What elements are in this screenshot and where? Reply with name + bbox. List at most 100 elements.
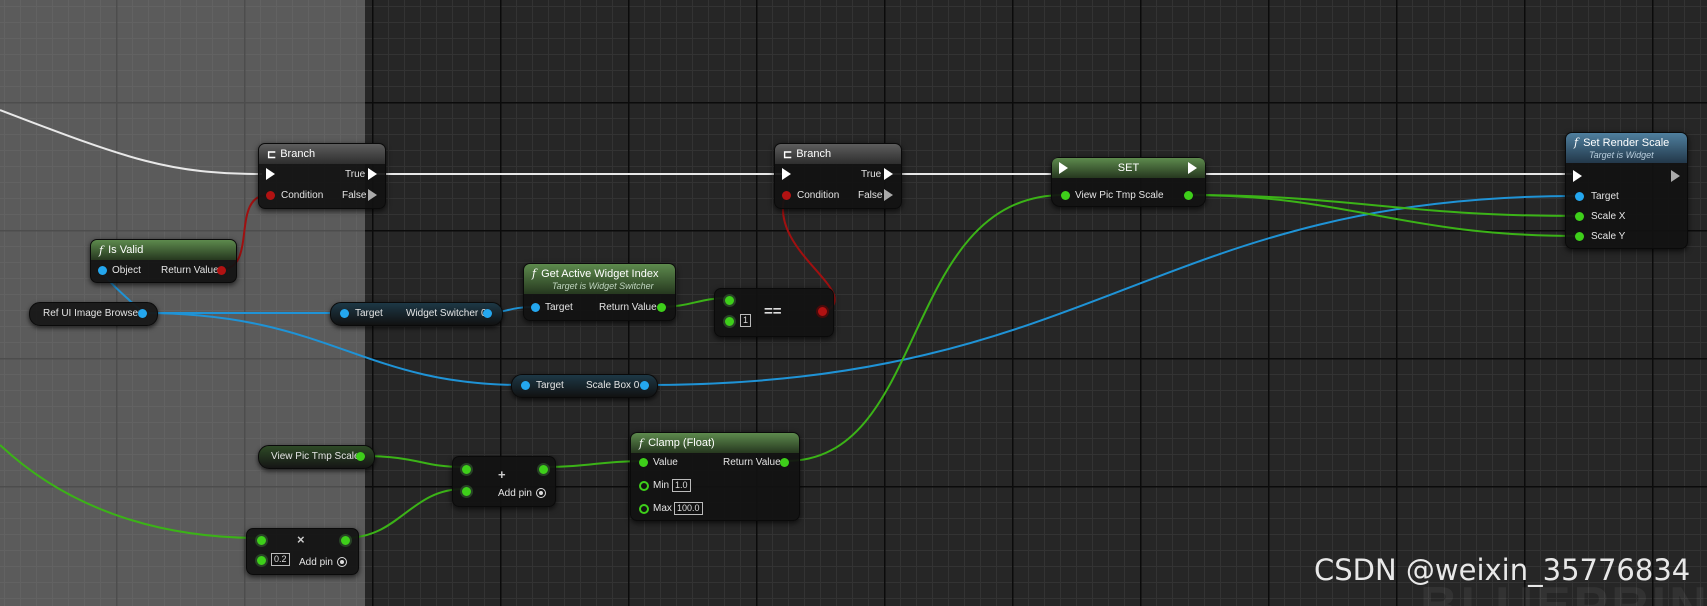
max-value-box[interactable]: 100.0 — [674, 502, 703, 515]
blueprint-graph-canvas[interactable]: ⊏ Branch True Condition False ⊏ Branch Tru… — [0, 0, 1707, 606]
return-value-pin[interactable] — [217, 266, 226, 275]
float-wire-var-add — [360, 455, 465, 468]
b-input-pin[interactable] — [723, 315, 736, 328]
target-label: Target — [355, 308, 383, 319]
target-label: Target — [545, 302, 573, 313]
ref-ui-image-browser-var[interactable]: Ref UI Image Browser — [29, 302, 158, 326]
clamp-float-node[interactable]: f Clamp (Float) Value Return Value Min 1.… — [630, 432, 800, 521]
return-label: Return Value — [161, 265, 219, 276]
set-render-scale-header: f Set Render Scale Target is Widget — [1566, 133, 1687, 163]
a-input-pin[interactable] — [723, 294, 736, 307]
function-icon: f — [639, 436, 644, 450]
set-render-scale-node[interactable]: f Set Render Scale Target is Widget Targe… — [1565, 132, 1688, 249]
exec-in-pin[interactable] — [782, 168, 791, 180]
object-label: Object — [112, 265, 141, 276]
exec-wire-in — [0, 109, 263, 175]
var-output-pin[interactable] — [356, 452, 365, 461]
branch-title: Branch — [280, 148, 316, 160]
return-label: Return Value — [723, 457, 781, 468]
exec-true-pin[interactable] — [884, 168, 893, 180]
branch-node-1[interactable]: ⊏ Branch True Condition False — [258, 143, 386, 209]
condition-pin[interactable] — [266, 191, 275, 200]
object-pin[interactable] — [98, 266, 107, 275]
max-pin[interactable] — [639, 504, 649, 514]
add-node[interactable]: + Add pin — [452, 456, 556, 507]
b-value-box[interactable]: 1 — [740, 314, 752, 327]
set-variable-node[interactable]: SET View Pic Tmp Scale — [1051, 157, 1206, 207]
clamp-title: Clamp (Float) — [648, 437, 715, 449]
scale-x-pin[interactable] — [1575, 212, 1584, 221]
true-label: True — [345, 169, 366, 180]
output-pin[interactable] — [640, 381, 649, 390]
view-pic-tmp-scale-var[interactable]: View Pic Tmp Scale — [258, 445, 375, 469]
get-active-widget-subtitle: Target is Widget Switcher — [552, 281, 654, 291]
exec-false-pin[interactable] — [884, 189, 893, 201]
equals-operator: == — [764, 303, 782, 320]
condition-label: Condition — [797, 190, 840, 201]
var-output-pin[interactable] — [138, 309, 147, 318]
get-active-widget-title: Get Active Widget Index — [541, 268, 659, 280]
target-pin[interactable] — [1575, 192, 1584, 201]
add-pin-label: Add pin — [299, 557, 333, 568]
value-input-pin[interactable] — [1061, 191, 1070, 200]
set-var-label: View Pic Tmp Scale — [1075, 190, 1164, 201]
target-pin[interactable] — [531, 303, 540, 312]
min-pin[interactable] — [639, 481, 649, 491]
result-pin[interactable] — [816, 305, 829, 318]
output-pin[interactable] — [537, 463, 550, 476]
branch-title: Branch — [796, 148, 832, 160]
set-render-scale-title: Set Render Scale — [1583, 137, 1670, 149]
exec-in-pin[interactable] — [1059, 162, 1068, 174]
output-pin[interactable] — [339, 534, 352, 547]
target-label: Target — [536, 380, 564, 391]
scale-x-label: Scale X — [1591, 211, 1626, 222]
add-pin-button[interactable]: Add pin — [299, 555, 347, 568]
exec-out-pin[interactable] — [1671, 170, 1680, 182]
max-label: Max — [653, 503, 672, 514]
branch-icon: ⊏ — [267, 148, 277, 161]
b-input-pin[interactable] — [255, 554, 268, 567]
branch-header: ⊏ Branch — [775, 144, 901, 164]
branch-header: ⊏ Branch — [259, 144, 385, 164]
function-icon: f — [99, 243, 104, 257]
target-pin[interactable] — [521, 381, 530, 390]
condition-pin[interactable] — [782, 191, 791, 200]
scale-y-pin[interactable] — [1575, 232, 1584, 241]
true-label: True — [861, 169, 882, 180]
value-pin[interactable] — [639, 458, 648, 467]
is-valid-node[interactable]: f Is Valid Object Return Value — [90, 239, 237, 283]
exec-true-pin[interactable] — [368, 168, 377, 180]
branch-node-2[interactable]: ⊏ Branch True Condition False — [774, 143, 902, 209]
equals-node[interactable]: 1 == — [714, 288, 834, 337]
add-pin-icon — [336, 557, 347, 567]
get-active-widget-index-node[interactable]: f Get Active Widget Index Target is Widge… — [523, 263, 676, 321]
float-wire-add-clamp — [542, 460, 644, 468]
multiply-symbol: × — [297, 532, 305, 547]
return-value-pin[interactable] — [780, 458, 789, 467]
multiply-node[interactable]: 0.2 × Add pin — [246, 528, 359, 575]
output-pin[interactable] — [483, 309, 492, 318]
b-input-pin[interactable] — [460, 485, 473, 498]
function-icon: f — [532, 267, 537, 280]
exec-in-pin[interactable] — [266, 168, 275, 180]
return-value-pin[interactable] — [657, 303, 666, 312]
wires-layer — [0, 109, 1579, 539]
widget-switcher-getter[interactable]: Target Widget Switcher 0 — [330, 302, 503, 326]
scale-box-getter[interactable]: Target Scale Box 0 — [511, 374, 658, 398]
exec-false-pin[interactable] — [368, 189, 377, 201]
condition-label: Condition — [281, 190, 324, 201]
min-value-box[interactable]: 1.0 — [672, 479, 691, 492]
b-value-box[interactable]: 0.2 — [271, 553, 290, 566]
float-wire-in-mult — [0, 444, 260, 539]
target-pin[interactable] — [340, 309, 349, 318]
exec-out-pin[interactable] — [1188, 162, 1197, 174]
is-valid-header: f Is Valid — [91, 240, 236, 260]
exec-in-pin[interactable] — [1573, 170, 1582, 182]
a-input-pin[interactable] — [255, 534, 268, 547]
a-input-pin[interactable] — [460, 463, 473, 476]
output-label: Widget Switcher 0 — [406, 308, 487, 319]
value-output-pin[interactable] — [1184, 191, 1193, 200]
add-symbol: + — [498, 467, 506, 482]
add-pin-icon — [535, 488, 546, 498]
add-pin-button[interactable]: Add pin — [498, 486, 546, 499]
